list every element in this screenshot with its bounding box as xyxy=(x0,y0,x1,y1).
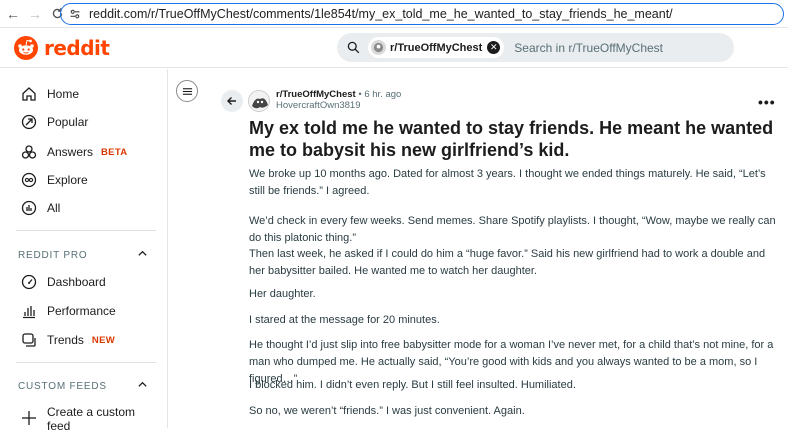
sidebar-item-explore[interactable]: Explore xyxy=(20,171,88,189)
post-author[interactable]: HovercraftOwn3819 xyxy=(276,100,401,111)
chip-close-icon[interactable]: ✕ xyxy=(487,41,501,54)
dashboard-icon xyxy=(20,273,38,291)
post-paragraph: So no, we weren’t “friends.” I was just … xyxy=(249,405,525,417)
sidebar-item-label: Performance xyxy=(47,304,116,318)
all-icon xyxy=(20,199,38,217)
url-path: /r/TrueOffMyChest/comments/1le854t/my_ex… xyxy=(147,7,673,21)
post-paragraph: We broke up 10 months ago. Dated for alm… xyxy=(249,168,766,197)
search-placeholder: Search in r/TrueOffMyChest xyxy=(514,40,664,55)
custom-feeds-section-header[interactable]: CUSTOM FEEDS xyxy=(18,379,148,393)
post-paragraph: I stared at the message for 20 minutes. xyxy=(249,314,440,326)
create-custom-feed-button[interactable]: Create a custom feed xyxy=(20,405,137,433)
chevron-up-icon xyxy=(137,379,148,393)
back-button[interactable] xyxy=(221,90,243,112)
chip-label: r/TrueOffMyChest xyxy=(390,41,483,54)
reddit-logo[interactable]: reddit xyxy=(14,36,110,60)
logo-text: reddit xyxy=(44,36,110,60)
post-paragraph: I blocked him. I didn’t even reply. But … xyxy=(249,379,576,391)
post-paragraph: Her daughter. xyxy=(249,288,316,300)
sidebar-item-performance[interactable]: Performance xyxy=(20,302,116,320)
back-arrow-icon[interactable]: ← xyxy=(4,5,22,23)
sidebar-item-label: All xyxy=(47,201,61,215)
sidebar-item-label: Trends xyxy=(47,333,84,347)
subreddit-search-chip[interactable]: r/TrueOffMyChest ✕ xyxy=(368,37,505,58)
subreddit-link[interactable]: r/TrueOffMyChest xyxy=(276,89,356,100)
search-bar[interactable]: r/TrueOffMyChest ✕ Search in r/TrueOffMy… xyxy=(337,33,734,62)
site-info-icon[interactable] xyxy=(69,7,83,21)
arrow-left-icon xyxy=(227,97,236,105)
sidebar-item-label: Home xyxy=(47,87,80,101)
create-feed-label: Create a custom feed xyxy=(47,405,136,433)
sidebar-item-popular[interactable]: Popular xyxy=(20,113,88,131)
answers-icon xyxy=(20,143,38,161)
sidebar-item-dashboard[interactable]: Dashboard xyxy=(20,273,106,291)
section-header-label: REDDIT PRO xyxy=(18,249,88,261)
post-title: My ex told me he wanted to stay friends.… xyxy=(249,118,774,160)
chevron-up-icon xyxy=(137,248,148,262)
section-header-label: CUSTOM FEEDS xyxy=(18,380,107,392)
sidebar-item-label: Answers xyxy=(47,145,94,159)
more-options-icon[interactable]: ••• xyxy=(758,94,776,110)
trends-icon xyxy=(20,331,38,349)
collapse-sidebar-button[interactable] xyxy=(176,80,198,102)
reddit-pro-section-header[interactable]: REDDIT PRO xyxy=(18,248,148,262)
sidebar-divider xyxy=(16,230,156,231)
menu-icon xyxy=(182,87,192,95)
browser-toolbar: ← → reddit.com/r/TrueOffMyChest/comments… xyxy=(0,0,788,28)
popular-icon xyxy=(20,113,38,131)
post-meta: r/TrueOffMyChest • 6 hr. ago HovercraftO… xyxy=(276,89,401,111)
search-icon xyxy=(347,41,360,54)
sidebar-item-label: Dashboard xyxy=(47,275,106,289)
snoo-icon xyxy=(14,36,38,60)
sidebar-item-all[interactable]: All xyxy=(20,199,60,217)
plus-icon xyxy=(20,409,38,427)
subreddit-avatar-icon xyxy=(371,40,386,55)
performance-icon xyxy=(20,302,38,320)
explore-icon xyxy=(20,171,38,189)
post-time: • 6 hr. ago xyxy=(358,89,402,100)
home-icon xyxy=(20,85,38,103)
subreddit-avatar[interactable] xyxy=(248,90,270,112)
sidebar-divider xyxy=(16,362,156,363)
sidebar-item-home[interactable]: Home xyxy=(20,85,79,103)
post-paragraph: Then last week, he asked if I could do h… xyxy=(249,248,766,277)
url-host: reddit.com xyxy=(89,7,148,21)
sidebar-item-answers[interactable]: Answers BETA xyxy=(20,143,127,161)
address-bar[interactable]: reddit.com/r/TrueOffMyChest/comments/1le… xyxy=(60,3,784,25)
sidebar-item-label: Popular xyxy=(47,115,89,129)
beta-badge: BETA xyxy=(101,146,128,158)
sidebar-item-trends[interactable]: Trends NEW xyxy=(20,331,115,349)
reddit-header: reddit r/TrueOffMyChest ✕ Search in r/Tr… xyxy=(0,28,788,68)
sidebar-item-label: Explore xyxy=(47,173,88,187)
new-badge: NEW xyxy=(91,334,115,346)
forward-arrow-icon[interactable]: → xyxy=(26,5,44,23)
post-paragraph: We’d check in every few weeks. Send meme… xyxy=(249,215,776,244)
